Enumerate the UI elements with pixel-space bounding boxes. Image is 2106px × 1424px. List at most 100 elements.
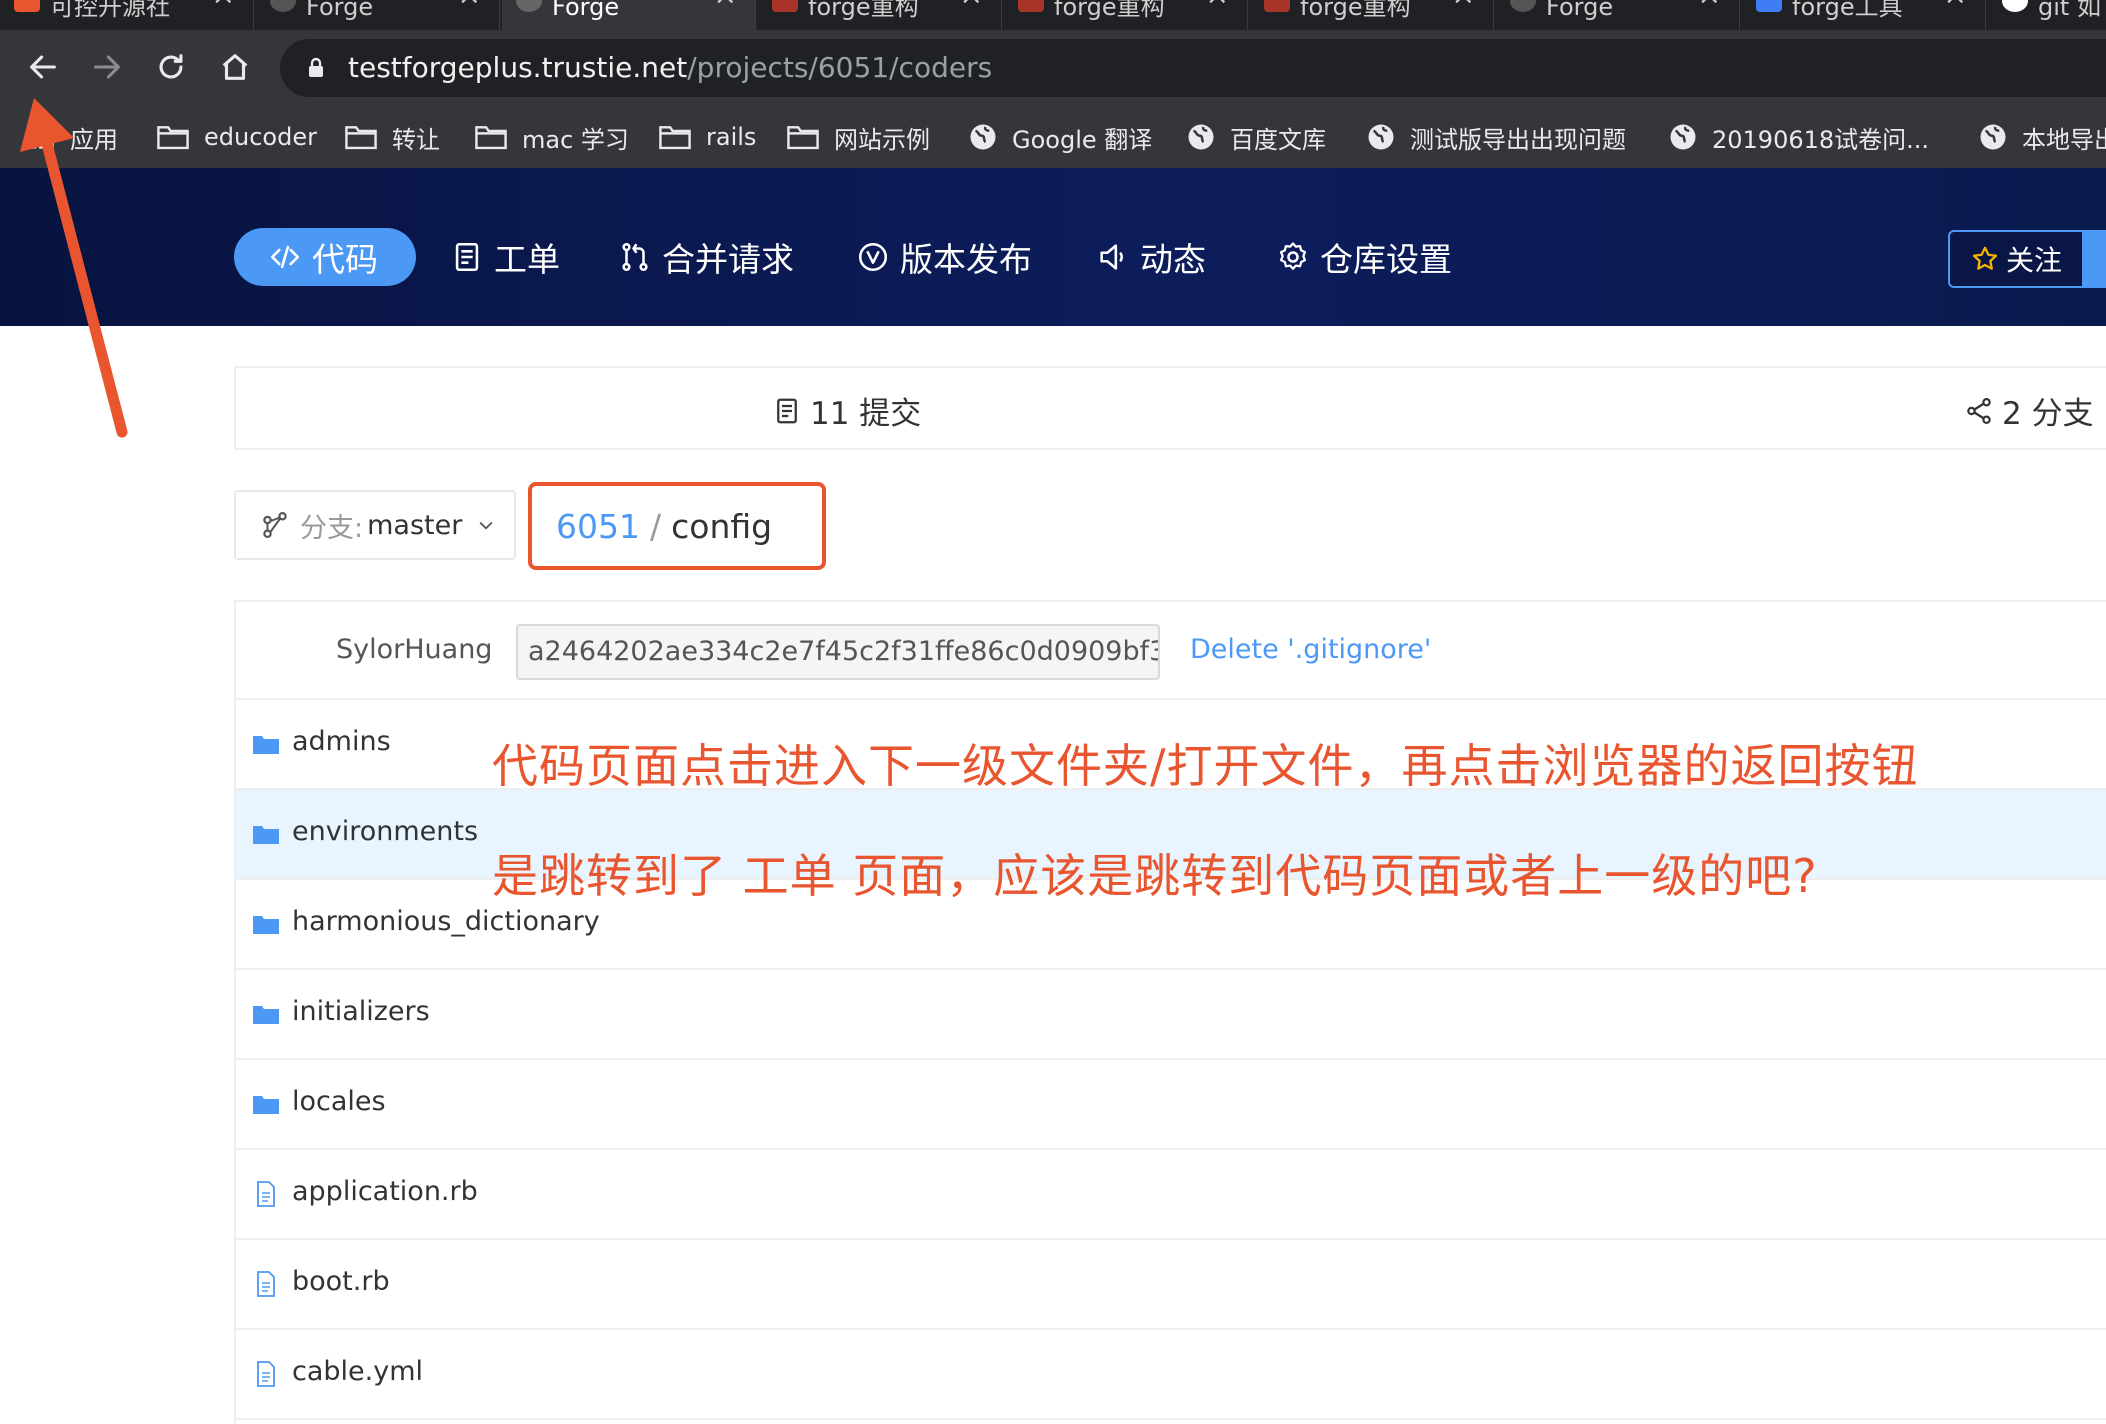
branches-stat[interactable]: 2 分支 bbox=[1964, 388, 2094, 433]
browser-toolbar: testforgeplus.trustie.net/projects/6051/… bbox=[0, 30, 2106, 106]
arrow-left-icon bbox=[30, 55, 56, 79]
watch-label: 关注 bbox=[2006, 244, 2063, 277]
bookmark-folder[interactable]: educoder bbox=[156, 118, 317, 156]
browser-tab[interactable]: forge工具 × bbox=[1742, 0, 1986, 30]
tab-favicon bbox=[14, 0, 40, 12]
bookmark-folder[interactable]: 转让 bbox=[344, 118, 440, 156]
reload-icon bbox=[159, 54, 183, 79]
file-name[interactable]: harmonious_dictionary bbox=[292, 906, 600, 937]
branch-icon bbox=[263, 512, 287, 538]
tab-close-icon[interactable]: × bbox=[1206, 0, 1229, 9]
commit-message-link[interactable]: Delete '.gitignore' bbox=[1190, 634, 1431, 665]
tab-close-icon[interactable]: × bbox=[714, 0, 737, 9]
bookmark-link[interactable]: 百度文库 bbox=[1186, 118, 1326, 156]
folder-icon bbox=[253, 916, 279, 934]
file-table: SylorHuang a2464202ae334c2e7f45c2f31ffe8… bbox=[234, 600, 2106, 1424]
tab-activity[interactable]: 动态 bbox=[1096, 228, 1206, 286]
file-row-file[interactable]: cable.yml bbox=[236, 1330, 2106, 1420]
commit-author[interactable]: SylorHuang bbox=[336, 634, 492, 665]
browser-tab[interactable]: Forge × bbox=[256, 0, 500, 30]
bookmark-label: 测试版导出出现问题 bbox=[1410, 125, 1626, 154]
tab-issues[interactable]: 工单 bbox=[450, 228, 560, 286]
browser-tab[interactable]: 可控开源社 × bbox=[0, 0, 254, 30]
address-bar[interactable]: testforgeplus.trustie.net/projects/6051/… bbox=[280, 39, 2106, 97]
file-name[interactable]: locales bbox=[292, 1086, 386, 1117]
tab-close-icon[interactable]: × bbox=[1944, 0, 1967, 9]
tab-close-icon[interactable]: × bbox=[1698, 0, 1721, 9]
browser-tab[interactable]: forge重构 × bbox=[1004, 0, 1248, 30]
tab-pull-requests[interactable]: 合并请求 bbox=[618, 228, 794, 286]
bookmark-label: 20190618试卷问... bbox=[1712, 125, 1930, 154]
browser-tab-active[interactable]: Forge × bbox=[502, 0, 756, 30]
commit-sha[interactable]: a2464202ae334c2e7f45c2f31ffe86c0d0909bf3 bbox=[516, 624, 1160, 680]
commits-stat[interactable]: 11 提交 bbox=[772, 388, 921, 433]
file-row-file[interactable]: boot.rb bbox=[236, 1240, 2106, 1330]
bookmark-label: educoder bbox=[204, 123, 317, 151]
tab-favicon bbox=[1018, 0, 1044, 12]
tab-code[interactable]: 代码 bbox=[234, 228, 416, 286]
bookmark-folder[interactable]: rails bbox=[658, 118, 756, 156]
bookmark-link[interactable]: 本地导出 bbox=[1978, 118, 2106, 156]
file-row-folder[interactable]: initializers bbox=[236, 970, 2106, 1060]
file-name[interactable]: environments bbox=[292, 816, 478, 847]
tab-title: Forge bbox=[306, 0, 374, 21]
bookmark-apps[interactable]: 应用 bbox=[28, 118, 118, 156]
activity-icon bbox=[1100, 244, 1123, 270]
breadcrumb: 6051 / config bbox=[528, 482, 826, 570]
tab-close-icon[interactable]: × bbox=[212, 0, 235, 9]
file-name[interactable]: cable.yml bbox=[292, 1356, 423, 1387]
branch-selector[interactable]: 分支: master bbox=[234, 490, 516, 560]
forward-button[interactable] bbox=[82, 42, 132, 92]
bookmark-folder[interactable]: mac 学习 bbox=[474, 118, 629, 156]
bookmark-link[interactable]: 20190618试卷问... bbox=[1668, 118, 1929, 156]
tab-title: forge重构 bbox=[1054, 0, 1165, 21]
bookmarks-bar: 应用 educoder 转让 mac 学习 rails 网站示例 Google … bbox=[0, 106, 2106, 168]
tab-title: forge重构 bbox=[1300, 0, 1411, 21]
project-header: 代码 工单 合并请求 版本发布 动态 仓库设置 关注 bbox=[0, 168, 2106, 326]
tab-close-icon[interactable]: × bbox=[960, 0, 983, 9]
tab-close-icon[interactable]: × bbox=[1452, 0, 1475, 9]
home-button[interactable] bbox=[210, 42, 260, 92]
browser-tab[interactable]: forge重构 × bbox=[1250, 0, 1494, 30]
file-row-folder[interactable]: locales bbox=[236, 1060, 2106, 1150]
file-name[interactable]: admins bbox=[292, 726, 391, 757]
url-host: testforgeplus.trustie.net bbox=[348, 51, 688, 84]
tab-releases[interactable]: 版本发布 bbox=[856, 228, 1032, 286]
file-name[interactable]: application.rb bbox=[292, 1176, 478, 1207]
tab-close-icon[interactable]: × bbox=[458, 0, 481, 9]
arrow-right-icon bbox=[94, 55, 120, 79]
reload-button[interactable] bbox=[146, 42, 196, 92]
watch-count-segment[interactable] bbox=[2082, 230, 2106, 288]
breadcrumb-root-link[interactable]: 6051 bbox=[556, 507, 640, 546]
tab-favicon bbox=[1756, 0, 1782, 12]
bookmark-link[interactable]: 测试版导出出现问题 bbox=[1366, 118, 1626, 156]
bookmark-label: rails bbox=[706, 123, 757, 151]
back-button[interactable] bbox=[18, 42, 68, 92]
file-name[interactable]: boot.rb bbox=[292, 1266, 390, 1297]
repo-stats-bar: 11 提交 2 分支 bbox=[234, 366, 2106, 450]
folder-icon bbox=[345, 126, 377, 150]
annotation-line-1: 代码页面点击进入下一级文件夹/打开文件，再点击浏览器的返回按钮 bbox=[492, 739, 1919, 793]
tab-title: forge工具 bbox=[1792, 0, 1903, 21]
browser-tab[interactable]: forge重构 × bbox=[758, 0, 1002, 30]
settings-icon bbox=[1279, 242, 1307, 270]
folder-icon bbox=[253, 736, 279, 754]
folder-icon bbox=[787, 126, 819, 150]
tab-favicon bbox=[270, 0, 296, 12]
browser-tab[interactable]: Forge × bbox=[1496, 0, 1740, 30]
globe-icon bbox=[1368, 124, 1394, 150]
pull-request-icon bbox=[622, 242, 648, 272]
branch-icon bbox=[1967, 397, 1991, 424]
globe-icon bbox=[1670, 124, 1696, 150]
bookmark-link[interactable]: Google 翻译 bbox=[968, 118, 1152, 156]
bookmark-label: mac 学习 bbox=[522, 125, 629, 154]
watch-button[interactable]: 关注 bbox=[1948, 230, 2106, 288]
bookmark-folder[interactable]: 网站示例 bbox=[786, 118, 930, 156]
tab-settings[interactable]: 仓库设置 bbox=[1276, 228, 1452, 286]
browser-tab[interactable]: git 如 bbox=[1988, 0, 2106, 30]
file-name[interactable]: initializers bbox=[292, 996, 430, 1027]
bookmark-label: 本地导出 bbox=[2022, 125, 2106, 154]
file-row-file[interactable]: application.rb bbox=[236, 1150, 2106, 1240]
folder-icon bbox=[475, 126, 507, 150]
tab-title: Forge bbox=[1546, 0, 1614, 21]
